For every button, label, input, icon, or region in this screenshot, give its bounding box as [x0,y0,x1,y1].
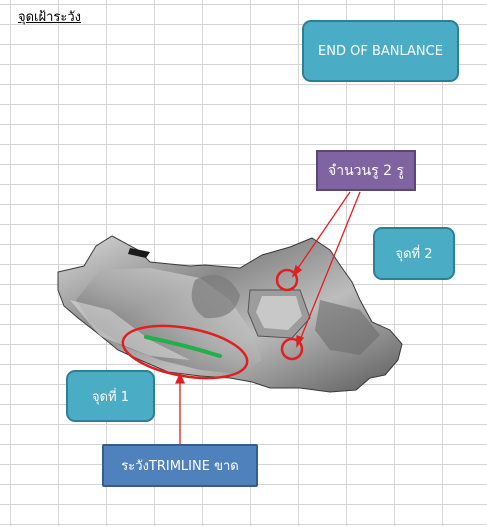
metal-part-image [57,235,403,393]
part-drawing [57,191,403,444]
